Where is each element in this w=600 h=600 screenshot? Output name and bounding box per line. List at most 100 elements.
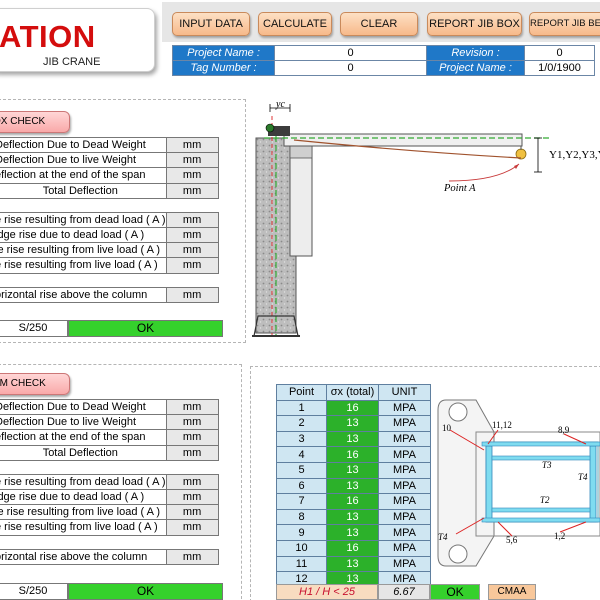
calculate-button[interactable]: CALCULATE: [258, 12, 332, 36]
point-cell: 6: [276, 477, 327, 495]
unit-cell: MPA: [378, 430, 431, 448]
point-cell: 2: [276, 415, 327, 432]
jib-crane-diagram: yc Y1,Y2,Y3,Y Point A: [252, 99, 600, 337]
report-jib-box-button[interactable]: REPORT JIB BOX: [427, 12, 522, 36]
table-row: 10 16 MPA: [276, 539, 431, 557]
unit-cell: MPA: [378, 508, 431, 526]
app-subtitle: JIB CRANE: [43, 56, 101, 68]
beam-check-button[interactable]: AM CHECK: [0, 373, 70, 395]
beam-status-ok: OK: [68, 583, 223, 600]
point-cell: 8: [276, 508, 327, 526]
ratio-label: H1 / H < 25: [276, 584, 378, 600]
yc-label: yc: [275, 99, 285, 110]
beam-span-end-unit: mm: [165, 429, 219, 446]
header-point: Point: [276, 384, 327, 401]
point-8-9-label: 8,9: [558, 425, 570, 435]
box-check-table: Deflection Due to Dead Weight mm Deflecti…: [0, 136, 219, 303]
beam-dead-weight-label: Deflection Due to Dead Weight: [0, 398, 167, 416]
project-name2-value[interactable]: 1/0/1900: [524, 60, 595, 76]
beam-status-label: S/250: [0, 583, 68, 600]
box-rise-dead-unit: mm: [165, 211, 219, 228]
table-row: 4 16 MPA: [276, 446, 431, 463]
table-row: 3 13 MPA: [276, 430, 431, 448]
box-rise-live2-unit: mm: [165, 257, 219, 274]
header-sigma: σx (total): [326, 384, 379, 401]
y-deflection-label: Y1,Y2,Y3,Y: [549, 149, 600, 161]
table-row: 1 16 MPA: [276, 399, 431, 417]
box-section-diagram: 10 11,12 8,9 T3 T4 T2 T4 5,6 1,2: [437, 399, 600, 567]
box-rise-live2-label: e rise resulting from live load ( A ): [0, 257, 167, 274]
beam-check-button-label: AM CHECK: [0, 378, 46, 389]
t2-label: T2: [540, 495, 550, 505]
table-row: 6 13 MPA: [276, 477, 431, 495]
unit-cell: MPA: [378, 493, 431, 510]
clear-button[interactable]: CLEAR: [340, 12, 418, 36]
revision-value[interactable]: 0: [524, 45, 595, 61]
unit-cell: MPA: [378, 539, 431, 557]
point-cell: 10: [276, 539, 327, 557]
beam-dead-weight-unit: mm: [165, 398, 219, 416]
point-a-label: Point A: [443, 183, 476, 194]
box-rise-live-label: le rise resulting from live load ( A ): [0, 242, 167, 259]
input-data-button[interactable]: INPUT DATA: [172, 12, 250, 36]
unit-cell: MPA: [378, 524, 431, 541]
sigma-cell: 13: [326, 415, 379, 432]
sigma-cell: 13: [326, 461, 379, 479]
sigma-cell: 16: [326, 399, 379, 417]
revision-label: Revision :: [426, 45, 525, 61]
box-live-weight-label: Deflection Due to live Weight: [0, 152, 167, 169]
point-cell: 4: [276, 446, 327, 463]
mast-shape: [289, 145, 313, 257]
box-rise-dead-label: e rise resulting from dead load ( A ): [0, 211, 167, 228]
beam-rise-dead-label: e rise resulting from dead load ( A ): [0, 473, 167, 490]
beam-rise-live-unit: mm: [165, 504, 219, 521]
point-5-6-label: 5,6: [506, 535, 518, 545]
box-check-button-label: OX CHECK: [0, 116, 46, 127]
box-status-label: S/250: [0, 320, 68, 337]
ratio-status: OK: [430, 584, 480, 600]
beam-status-row: S/250 OK: [0, 583, 228, 600]
box-live-weight-unit: mm: [165, 152, 219, 169]
sigma-cell: 16: [326, 539, 379, 557]
beam-horizontal-rise-label: orizontal rise above the column: [0, 548, 167, 565]
box-bridge-rise-label: idge rise due to dead load ( A ): [0, 226, 167, 244]
project-name-label: Project Name :: [172, 45, 275, 61]
box-total-deflection-unit: mm: [165, 182, 219, 199]
point-1-2-label: 1,2: [554, 531, 565, 541]
unit-cell: MPA: [378, 446, 431, 463]
unit-cell: MPA: [378, 477, 431, 495]
point-10-label: 10: [442, 423, 452, 433]
tag-number-value[interactable]: 0: [274, 60, 427, 76]
point-cell: 9: [276, 524, 327, 541]
box-check-button[interactable]: OX CHECK: [0, 111, 70, 133]
unit-cell: MPA: [378, 461, 431, 479]
beam-live-weight-label: Deflection Due to live Weight: [0, 414, 167, 431]
box-bridge-rise-unit: mm: [165, 226, 219, 244]
t4-left-label: T4: [438, 532, 448, 542]
sigma-cell: 13: [326, 477, 379, 495]
beam-total-deflection-unit: mm: [165, 444, 219, 461]
point-cell: 11: [276, 555, 327, 573]
sigma-cell: 13: [326, 555, 379, 573]
ratio-value: 6.67: [378, 584, 430, 600]
beam-check-table: Deflection Due to Dead Weight mm Deflecti…: [0, 398, 219, 565]
standard-badge: CMAA: [488, 584, 536, 600]
table-row: 11 13 MPA: [276, 555, 431, 573]
beam-live-weight-unit: mm: [165, 414, 219, 431]
unit-cell: MPA: [378, 555, 431, 573]
point-cell: 1: [276, 399, 327, 417]
sigma-cell: 13: [326, 524, 379, 541]
project-name-value[interactable]: 0: [274, 45, 427, 61]
sigma-cell: 16: [326, 446, 379, 463]
beam-rise-live-label: le rise resulting from live load ( A ): [0, 504, 167, 521]
unit-cell: MPA: [378, 415, 431, 432]
project-name2-label: Project Name :: [426, 60, 525, 76]
project-info-table: Project Name : 0 Revision : 0 Tag Number…: [172, 45, 595, 76]
table-row: 8 13 MPA: [276, 508, 431, 526]
tag-number-label: Tag Number :: [172, 60, 275, 76]
box-span-end-label: eflection at the end of the span: [0, 167, 167, 184]
beam-bridge-rise-label: idge rise due to dead load ( A ): [0, 488, 167, 506]
report-jib-beam-button[interactable]: REPORT JIB BEA: [529, 12, 600, 36]
table-row: 9 13 MPA: [276, 524, 431, 541]
sigma-cell: 13: [326, 430, 379, 448]
